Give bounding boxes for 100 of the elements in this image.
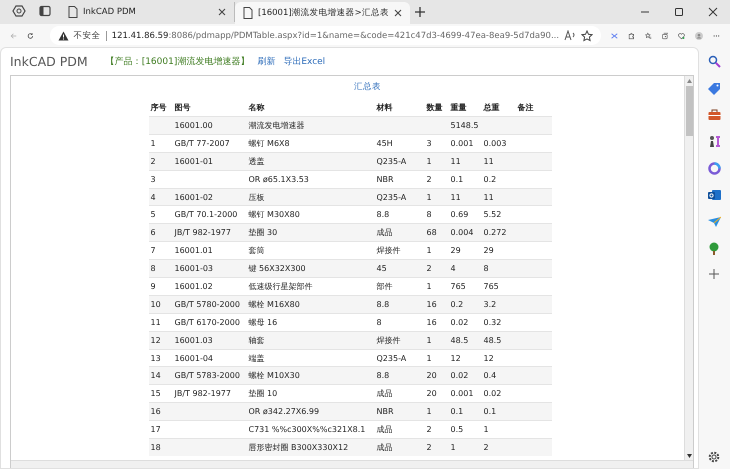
table-cell: 20 [424, 366, 448, 385]
table-cell: 18 [148, 438, 172, 456]
toolbox-icon[interactable] [708, 109, 720, 121]
table-cell: 16 [148, 402, 172, 421]
table-cell: 2 [424, 438, 448, 456]
table-cell: 8 [482, 260, 516, 278]
column-header: 总重 [482, 99, 516, 116]
security-label: 不安全 [74, 30, 101, 42]
table-cell: 765 [482, 278, 516, 296]
table-cell: 部件 [374, 278, 424, 296]
table-cell: 0.2 [448, 295, 482, 314]
table-cell: Q235-A [374, 152, 424, 170]
add-icon[interactable] [709, 269, 719, 279]
paper-plane-icon[interactable] [708, 216, 720, 228]
toolbar-link[interactable]: 刷新 [257, 55, 276, 68]
table-cell: 16001.02 [172, 278, 246, 296]
table-cell: 5148.5 [448, 116, 482, 134]
table-cell: NBR [374, 402, 424, 421]
star-icon[interactable] [581, 30, 594, 42]
table-cell: 潮流发电增速器 [246, 116, 374, 134]
table-cell: 16 [424, 295, 448, 314]
close-icon[interactable] [708, 7, 718, 17]
maximize-icon[interactable] [674, 7, 684, 17]
table-cell: 16001-03 [172, 260, 246, 278]
close-icon[interactable] [394, 9, 402, 17]
table-cell: 轴套 [246, 331, 374, 350]
page-icon [243, 7, 253, 19]
table-cell: 8 [374, 313, 424, 332]
table-cell: 1 [424, 188, 448, 206]
column-header: 重量 [448, 99, 482, 116]
table-cell: 垫圈 30 [246, 224, 374, 242]
table-cell: 1 [424, 152, 448, 170]
table-cell: 0.003 [482, 134, 516, 152]
tree-icon[interactable] [708, 242, 720, 255]
column-header: 备注 [516, 99, 552, 116]
scrollbar-thumb[interactable] [686, 86, 692, 136]
table-cell: 16001.03 [172, 331, 246, 350]
circle-logo-icon[interactable] [708, 162, 720, 175]
table-cell: 螺钉 M6X8 [246, 134, 374, 152]
table-cell: 1 [148, 134, 172, 152]
table-cell: 765 [448, 278, 482, 296]
table-cell: 8.8 [374, 366, 424, 385]
table-cell: 9 [148, 278, 172, 296]
product-label: 【产品：[16001]潮流发电增速器】 [106, 56, 250, 68]
table-cell: 8.8 [374, 295, 424, 314]
page-icon [68, 6, 78, 18]
table-cell: 12 [148, 331, 172, 350]
table-cell: 1 [448, 438, 482, 456]
chess-piece-icon[interactable] [708, 135, 720, 148]
scroll-up-icon[interactable] [686, 79, 692, 83]
close-icon[interactable] [218, 8, 226, 16]
table-cell: 45H [374, 134, 424, 152]
table-cell: 成品 [374, 438, 424, 456]
scroll-down-icon[interactable] [686, 454, 692, 458]
horizontal-scrollbar[interactable] [11, 460, 693, 468]
tab-actions-icon[interactable] [38, 4, 52, 18]
table-cell: 成品 [374, 224, 424, 242]
favorites-icon[interactable] [644, 30, 652, 42]
table-cell: 11 [448, 188, 482, 206]
table-cell: 4 [448, 260, 482, 278]
table-cell: 0.02 [448, 313, 482, 332]
table-cell: 3 [148, 170, 172, 188]
table-cell: 0.004 [448, 224, 482, 242]
table-cell: 16001-01 [172, 152, 246, 170]
mail-icon[interactable] [708, 189, 720, 202]
table-cell: OR ø65.1X3.53 [246, 170, 374, 188]
table-cell: 68 [424, 224, 448, 242]
table-cell: 2 [482, 438, 516, 456]
browser-tab[interactable]: [16001]潮流发电增速器>汇总表 [235, 2, 410, 24]
new-tab-icon[interactable] [414, 6, 426, 18]
table-cell: JB/T 982-1977 [172, 224, 246, 242]
table-cell: GB/T 77-2007 [172, 134, 246, 152]
table-cell: 2 [148, 152, 172, 170]
table-cell: 0.1 [482, 402, 516, 421]
workspaces-icon[interactable] [12, 4, 26, 18]
toolbar-link[interactable]: 导出Excel [283, 55, 326, 68]
column-header: 数量 [424, 99, 448, 116]
table-cell: 2 [424, 260, 448, 278]
table-cell: 48.5 [448, 331, 482, 350]
table-cell: GB/T 5780-2000 [172, 295, 246, 314]
search-icon[interactable] [708, 55, 720, 68]
settings-icon[interactable] [708, 451, 720, 463]
table-title: 汇总表 [353, 81, 381, 94]
table-cell: 0.272 [482, 224, 516, 242]
table-cell: 0.2 [482, 170, 516, 188]
table-cell: 0.02 [448, 366, 482, 385]
table-cell: 透盖 [246, 152, 374, 170]
more-icon[interactable] [713, 34, 720, 38]
table-cell: 0.1 [448, 170, 482, 188]
table-cell: 16 [424, 313, 448, 332]
table-cell: 螺母 16 [246, 313, 374, 332]
column-header: 材料 [374, 99, 424, 116]
read-aloud-icon[interactable] [564, 30, 576, 41]
vertical-scrollbar[interactable] [684, 76, 693, 460]
tag-icon[interactable] [708, 82, 720, 95]
table-cell: 1 [424, 278, 448, 296]
table-cell: OR ø342.27X6.99 [246, 402, 374, 421]
address-bar[interactable]: 不安全 121.41.86.59:8086/pdmapp/PDMTable.aspx?id=1&name=&code=421c47d3-4699-47ea-8ea9-5d7da90... [50, 26, 602, 45]
table-cell: 14 [148, 366, 172, 385]
table-cell: GB/T 6170-2000 [172, 313, 246, 332]
